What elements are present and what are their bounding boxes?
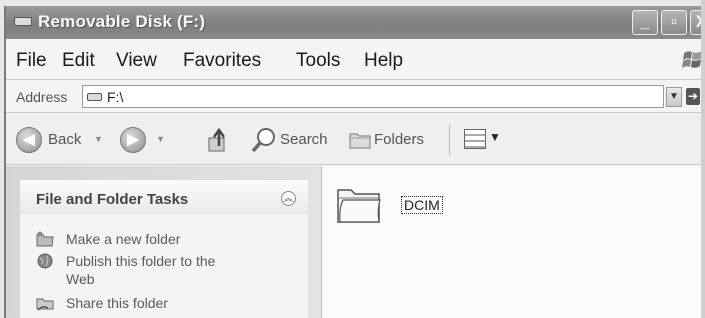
file-folder-tasks-box: File and Folder Tasks ︽ Make a new folde…: [20, 180, 308, 318]
menu-bar: File Edit View Favorites Tools Help: [6, 39, 705, 80]
menu-file[interactable]: File: [16, 50, 47, 72]
forward-dropdown-icon[interactable]: ▼: [156, 134, 165, 144]
toolbar-separator: [449, 124, 450, 156]
new-folder-icon: [36, 231, 54, 247]
minimize-button[interactable]: _: [632, 10, 658, 35]
task-label[interactable]: Share this folder: [66, 294, 246, 312]
file-list-area[interactable]: DCIM: [323, 166, 705, 318]
go-arrow-icon: ➔: [686, 88, 700, 105]
toolbar: ◀ Back ▼ ▶ ▼ Search Folders ▼: [6, 114, 705, 165]
folders-icon[interactable]: [348, 128, 372, 150]
menu-help[interactable]: Help: [364, 50, 403, 72]
right-arrow-icon[interactable]: ▶: [120, 127, 146, 153]
address-input[interactable]: F:\: [82, 85, 664, 108]
task-box-title: File and Folder Tasks: [36, 191, 189, 208]
left-arrow-icon[interactable]: ◀: [16, 127, 42, 153]
task-label[interactable]: Make a new folder: [66, 230, 246, 248]
window-title: Removable Disk (F:): [38, 12, 206, 31]
menu-favorites[interactable]: Favorites: [183, 50, 261, 72]
task-pane: File and Folder Tasks ︽ Make a new folde…: [6, 166, 322, 318]
menu-view[interactable]: View: [116, 50, 157, 72]
views-icon[interactable]: [464, 129, 486, 149]
share-folder-icon: [36, 298, 54, 311]
address-bar: Address F:\ ▼ ➔ Go: [6, 81, 705, 113]
address-value[interactable]: F:\: [107, 89, 123, 105]
explorer-window: Removable Disk (F:) _ ▫ X File Edit View…: [4, 6, 705, 318]
task-box-header[interactable]: File and Folder Tasks ︽: [20, 180, 308, 214]
menu-edit[interactable]: Edit: [62, 50, 95, 72]
folder-item-dcim[interactable]: DCIM: [335, 182, 445, 242]
title-bar[interactable]: Removable Disk (F:) _ ▫ X: [6, 6, 705, 39]
folder-name[interactable]: DCIM: [401, 196, 443, 214]
removable-drive-icon: [14, 17, 32, 26]
address-label: Address: [16, 89, 68, 105]
folders-button-label[interactable]: Folders: [374, 131, 424, 148]
search-button-label[interactable]: Search: [280, 131, 328, 148]
globe-icon: [37, 253, 53, 269]
folder-icon: [337, 189, 381, 223]
folder-up-icon[interactable]: [206, 126, 232, 154]
back-dropdown-icon[interactable]: ▼: [94, 134, 103, 144]
back-button-label[interactable]: Back: [48, 131, 81, 148]
address-dropdown-button[interactable]: ▼: [666, 87, 682, 107]
collapse-chevron-icon[interactable]: ︽: [281, 191, 296, 206]
maximize-button[interactable]: ▫: [661, 10, 687, 35]
task-label[interactable]: Publish this folder to the Web: [66, 252, 246, 288]
drive-icon: [87, 93, 102, 101]
menu-tools[interactable]: Tools: [296, 50, 340, 72]
views-dropdown-icon[interactable]: ▼: [489, 130, 501, 144]
search-icon[interactable]: [250, 126, 278, 154]
window-edge: [701, 0, 705, 318]
